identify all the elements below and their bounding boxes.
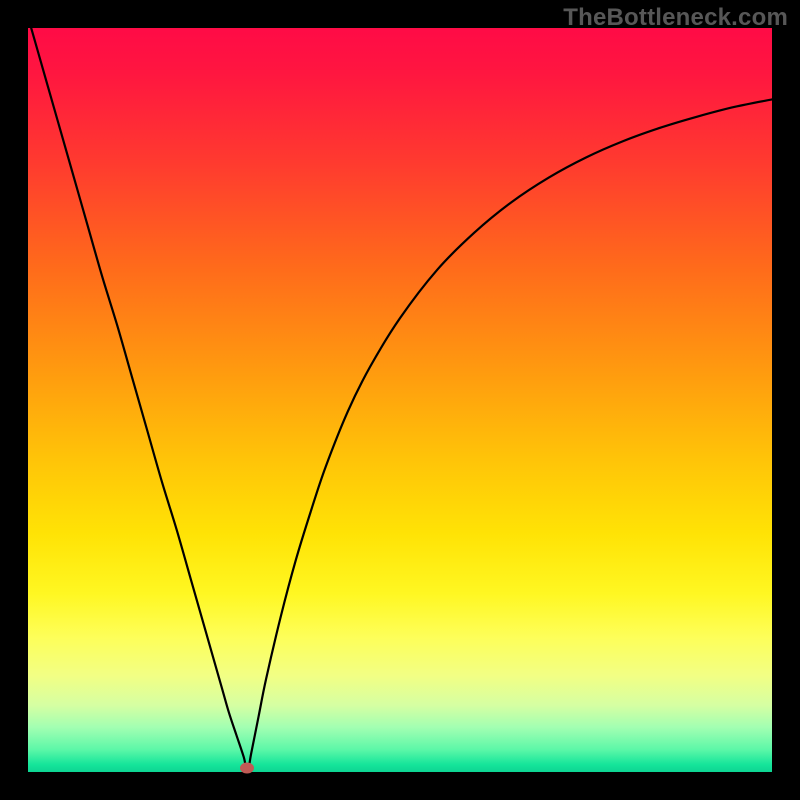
- minimum-marker: [240, 763, 254, 774]
- chart-frame: TheBottleneck.com: [0, 0, 800, 800]
- curve-svg: [28, 28, 772, 772]
- plot-area: [28, 28, 772, 772]
- bottleneck-curve: [28, 28, 772, 772]
